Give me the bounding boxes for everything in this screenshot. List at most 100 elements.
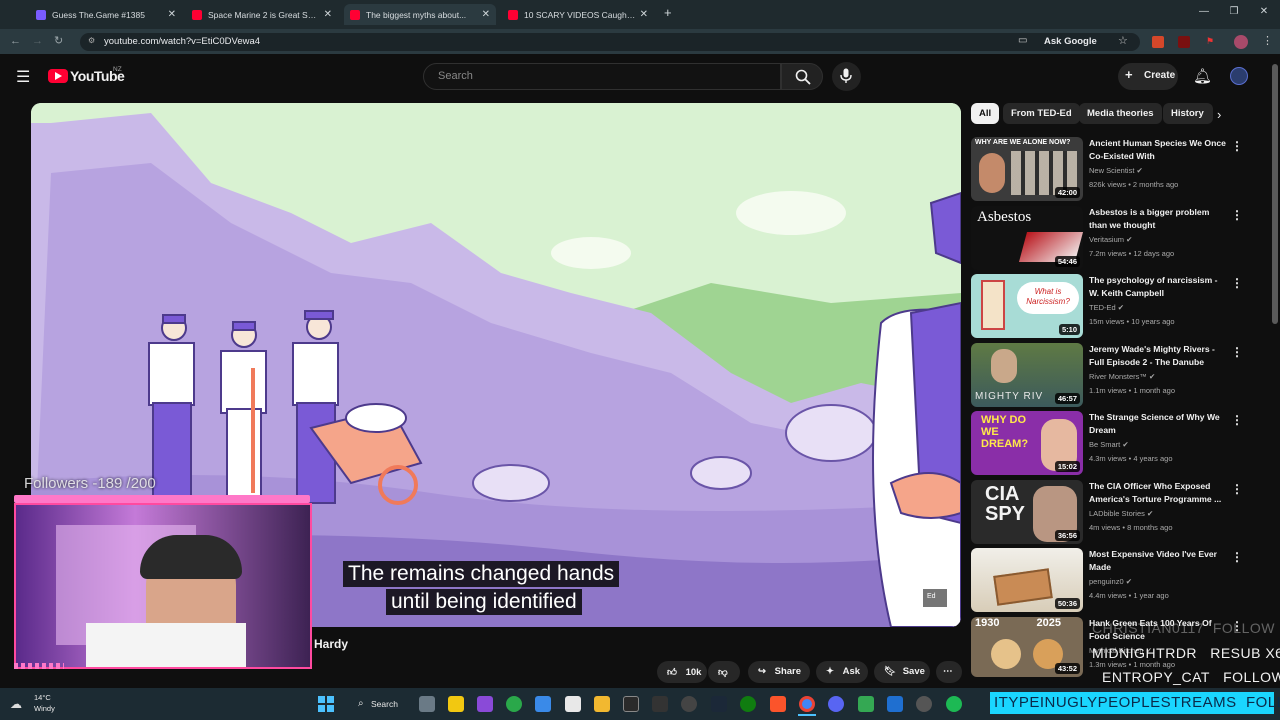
- browser-tab-active[interactable]: The biggest myths about... ✕: [344, 4, 496, 25]
- more-vert-icon[interactable]: ⋮: [1231, 345, 1243, 359]
- ask-google-button[interactable]: Ask Google: [1044, 36, 1097, 47]
- dislike-button[interactable]: 👎︎: [708, 661, 740, 683]
- discord-icon[interactable]: [828, 696, 844, 712]
- video-title[interactable]: The Strange Science of Why We Dream: [1089, 411, 1229, 437]
- recommendation-item[interactable]: 50:36 Most Expensive Video I've Ever Mad…: [971, 548, 1251, 612]
- search-input[interactable]: Search: [423, 63, 781, 90]
- channel-name[interactable]: TED-Ed ✔: [1089, 303, 1124, 312]
- chip-all[interactable]: All: [971, 103, 1000, 124]
- search-button[interactable]: [781, 63, 823, 90]
- taskbar-search-icon[interactable]: ⌕: [358, 698, 364, 709]
- scrollbar-thumb[interactable]: [1272, 64, 1278, 324]
- video-thumbnail[interactable]: WHY ARE WE ALONE NOW? 42:00: [971, 137, 1083, 201]
- more-vert-icon[interactable]: ⋮: [1231, 276, 1243, 290]
- close-icon[interactable]: ✕: [324, 9, 332, 20]
- ask-button[interactable]: ✦ Ask: [816, 661, 868, 683]
- video-title[interactable]: The CIA Officer Who Exposed America's To…: [1089, 480, 1229, 506]
- app-icon[interactable]: [506, 696, 522, 712]
- create-button[interactable]: + Create: [1118, 63, 1178, 90]
- channel-name[interactable]: Be Smart ✔: [1089, 440, 1129, 449]
- url-field[interactable]: youtube.com/watch?v=EtiC0DVewa4: [80, 33, 1140, 51]
- chip-from-ted-ed[interactable]: From TED-Ed: [1003, 103, 1080, 124]
- channel-name[interactable]: New Scientist ✔: [1089, 166, 1143, 175]
- browser-tab[interactable]: Guess The.Game #1385 ✕: [30, 4, 182, 25]
- browser-tab[interactable]: 10 SCARY VIDEOS Caught On C... ✕: [502, 4, 654, 25]
- channel-name[interactable]: River Monsters™ ✔: [1089, 372, 1155, 381]
- video-thumbnail[interactable]: What is Narcissism? 5:10: [971, 274, 1083, 338]
- video-thumbnail[interactable]: MIGHTY RIV 46:57: [971, 343, 1083, 407]
- share-button[interactable]: ↪ Share: [748, 661, 810, 683]
- voice-search-button[interactable]: [832, 62, 861, 91]
- more-vert-icon[interactable]: ⋮: [1231, 208, 1243, 222]
- app-icon[interactable]: [623, 696, 639, 712]
- ted-ed-watermark[interactable]: Ed: [923, 589, 947, 607]
- bookmark-star-icon[interactable]: ☆: [1118, 34, 1128, 47]
- chip-history[interactable]: History: [1163, 103, 1213, 124]
- sticky-notes-icon[interactable]: [448, 696, 464, 712]
- video-thumbnail[interactable]: 50:36: [971, 548, 1083, 612]
- back-icon[interactable]: ←: [10, 35, 21, 47]
- windows-start-icon[interactable]: [318, 696, 334, 712]
- more-actions-button[interactable]: ⋯: [936, 661, 962, 683]
- save-button[interactable]: 🔖︎ Save: [874, 661, 930, 683]
- chrome-icon[interactable]: [799, 696, 815, 712]
- drive-icon[interactable]: [858, 696, 874, 712]
- channel-name[interactable]: penguinz0 ✔: [1089, 577, 1132, 586]
- more-vert-icon[interactable]: ⋮: [1231, 413, 1243, 427]
- brave-icon[interactable]: [770, 696, 786, 712]
- steam-icon[interactable]: [711, 696, 727, 712]
- like-button[interactable]: 👍︎ 10k: [657, 661, 707, 683]
- maximize-icon[interactable]: ❐: [1226, 6, 1242, 20]
- weather-icon[interactable]: ☁: [10, 697, 22, 711]
- video-title[interactable]: The psychology of narcissism - W. Keith …: [1089, 274, 1229, 300]
- app-icon[interactable]: [535, 696, 551, 712]
- chip-media-theories[interactable]: Media theories: [1079, 103, 1162, 124]
- notifications-bell-icon[interactable]: 🔔︎: [1193, 67, 1212, 85]
- app-icon[interactable]: [916, 696, 932, 712]
- recommendation-item[interactable]: CIA SPY 36:56 The CIA Officer Who Expose…: [971, 480, 1251, 544]
- task-view-icon[interactable]: [419, 696, 435, 712]
- weather-desc[interactable]: Windy: [34, 704, 55, 713]
- video-thumbnail[interactable]: 1930 2025 43:52: [971, 617, 1083, 677]
- video-title[interactable]: Ancient Human Species We Once Co-Existed…: [1089, 137, 1229, 163]
- weather-temp[interactable]: 14°C: [34, 693, 51, 702]
- browser-menu-icon[interactable]: ⋮: [1262, 34, 1273, 47]
- app-icon[interactable]: [652, 696, 668, 712]
- channel-name[interactable]: Hardy: [314, 637, 348, 651]
- site-info-icon[interactable]: ⚙: [88, 36, 95, 45]
- new-tab-button[interactable]: +: [664, 5, 672, 20]
- app-icon[interactable]: [477, 696, 493, 712]
- video-title[interactable]: Jeremy Wade's Mighty Rivers - Full Episo…: [1089, 343, 1229, 369]
- more-vert-icon[interactable]: ⋮: [1231, 550, 1243, 564]
- recommendation-item[interactable]: WHY ARE WE ALONE NOW? 42:00 Ancient Huma…: [971, 137, 1251, 201]
- profile-avatar[interactable]: [1234, 35, 1248, 49]
- video-title[interactable]: Most Expensive Video I've Ever Made: [1089, 548, 1229, 574]
- extension-icon[interactable]: [1152, 36, 1164, 48]
- file-explorer-icon[interactable]: [594, 696, 610, 712]
- account-avatar[interactable]: [1230, 67, 1248, 85]
- recommendation-item[interactable]: MIGHTY RIV 46:57 Jeremy Wade's Mighty Ri…: [971, 343, 1251, 407]
- video-title[interactable]: Asbestos is a bigger problem than we tho…: [1089, 206, 1229, 232]
- extension-icon[interactable]: ⚑: [1206, 36, 1220, 48]
- video-thumbnail[interactable]: WHY DO WE DREAM? 15:02: [971, 411, 1083, 475]
- more-vert-icon[interactable]: ⋮: [1231, 482, 1243, 496]
- close-icon[interactable]: ✕: [482, 9, 490, 20]
- store-icon[interactable]: [565, 696, 581, 712]
- close-icon[interactable]: ✕: [168, 9, 176, 20]
- cast-icon[interactable]: ▭: [1018, 35, 1027, 46]
- extension-icon[interactable]: [1178, 36, 1190, 48]
- minimize-icon[interactable]: —: [1196, 6, 1212, 20]
- recommendation-item[interactable]: What is Narcissism? 5:10 The psychology …: [971, 274, 1251, 338]
- video-thumbnail[interactable]: CIA SPY 36:56: [971, 480, 1083, 544]
- youtube-logo-icon[interactable]: [48, 69, 68, 83]
- recommendation-item[interactable]: WHY DO WE DREAM? 15:02 The Strange Scien…: [971, 411, 1251, 475]
- chevron-right-icon[interactable]: ›: [1217, 107, 1221, 122]
- forward-icon[interactable]: →: [32, 35, 43, 47]
- reload-icon[interactable]: ↻: [54, 34, 63, 47]
- taskbar-search-label[interactable]: Search: [371, 699, 398, 709]
- spotify-icon[interactable]: [946, 696, 962, 712]
- recommendation-item[interactable]: Asbestos 54:46 Asbestos is a bigger prob…: [971, 206, 1251, 270]
- hamburger-menu-icon[interactable]: ☰: [16, 67, 30, 87]
- close-window-icon[interactable]: ✕: [1256, 6, 1272, 20]
- channel-name[interactable]: Veritasium ✔: [1089, 235, 1132, 244]
